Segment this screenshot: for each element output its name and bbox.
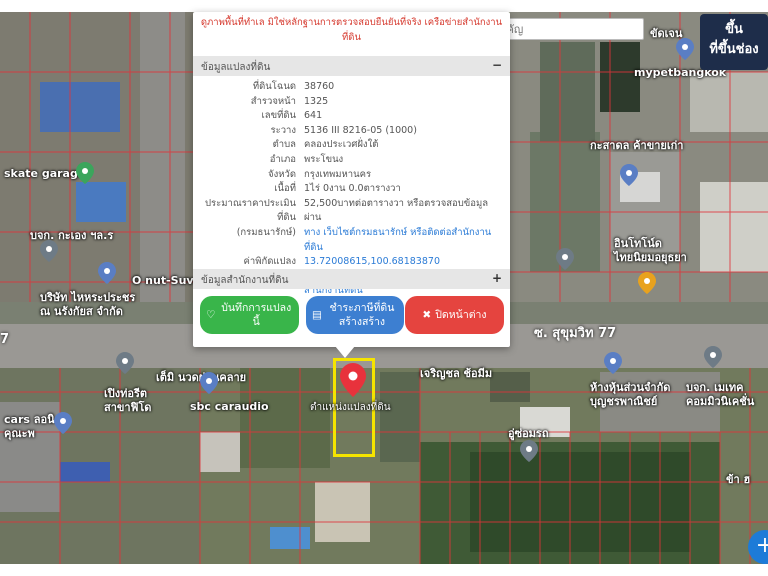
map-label-left-lower2: สาขาฟิโด <box>104 401 152 414</box>
parcel-label: ตำแหน่งแปลงที่ดิน <box>310 402 391 413</box>
poi-pin-blue4-icon[interactable] <box>676 38 694 60</box>
poi-pin-blue-icon[interactable] <box>98 262 116 284</box>
poi-pin-gray2-icon[interactable] <box>116 352 134 374</box>
poi-pin-orange-icon[interactable] <box>638 272 656 294</box>
top-strip <box>0 0 768 12</box>
land-tax-button[interactable]: ▤ ชำระภาษีที่ดินสร้างสร้าง <box>306 296 404 334</box>
info-row-value[interactable]: ทาง เว็บไซต์กรมธนารักษ์ หรือติดต่อสำนักง… <box>304 226 504 255</box>
info-row: อำเภอ พระโขนง <box>199 153 504 168</box>
popup-notice: ดูภาพพื้นที่ทำเล มิใช่หลักฐานการตรวจสอบย… <box>200 17 503 43</box>
info-row-key: เลขที่ดิน <box>261 110 297 122</box>
info-row-value: 641 <box>304 110 323 122</box>
info-row-key: จังหวัด <box>268 168 296 180</box>
info-row-key: ตำบล <box>272 139 296 151</box>
close-window-label: ปิดหน้าต่าง <box>435 309 487 321</box>
info-row-value: 1325 <box>304 95 329 107</box>
corner-button-line1: ขึ้น <box>725 22 743 37</box>
poi-pin-gray-icon[interactable] <box>40 240 58 262</box>
info-row: (กรมธนารักษ์) ทาง เว็บไซต์กรมธนารักษ์ หรื… <box>199 226 504 255</box>
info-row-value: คลองประเวศฝั่งใต้ <box>304 139 379 151</box>
info-row-value: 1ไร่ 0งาน 0.0ตารางวา <box>304 183 401 195</box>
map-label-sbc-caraudio: sbc caraudio <box>190 400 269 413</box>
info-row-key: อำเภอ <box>269 153 296 165</box>
info-row-value: กรุงเทพมหานคร <box>304 168 372 180</box>
section-parcel-title: ข้อมูลแปลงที่ดิน <box>201 62 271 73</box>
expand-icon[interactable]: + <box>492 271 502 285</box>
poi-pin-gray3-icon[interactable] <box>556 248 574 270</box>
info-row-key: สำรวจหน้า <box>250 95 296 107</box>
save-parcel-button[interactable]: ♡ บันทึกการแปลงนี้ <box>200 296 299 334</box>
info-row-key: ที่ดินโฉนด <box>252 81 296 92</box>
info-row: ประมาณราคาประเมินที่ดิน 52,500บาทต่อตาราง… <box>199 197 504 226</box>
building-icon: ▤ <box>312 309 322 321</box>
info-row-value: 38760 <box>304 81 335 92</box>
poi-pin-gray5-icon[interactable] <box>520 440 538 462</box>
map-label-onnut: O nut-Suva <box>132 274 202 287</box>
map-label-left-lower4: คุณะพ <box>4 427 35 440</box>
popup-arrow <box>335 346 355 358</box>
section-parcel-header[interactable]: ข้อมูลแปลงที่ดิน − <box>193 56 510 76</box>
land-tax-label: ชำระภาษีที่ดินสร้างสร้าง <box>329 302 395 328</box>
info-row: เลขที่ดิน 641 <box>199 109 504 124</box>
info-row-key: (กรมธนารักษ์) <box>236 226 296 238</box>
map-label-company2: ณ นรังกัยส จำกัด <box>40 305 123 318</box>
info-row-key: ระวาง <box>270 124 296 136</box>
x-icon: ✖ <box>422 309 432 321</box>
corner-menu-button[interactable]: ขึ้น ที่ขึ้นช่อง <box>700 14 768 70</box>
info-row-value: 52,500บาทต่อตารางวา หรือตรวจสอบข้อมูลผ่า… <box>304 197 489 224</box>
info-row: ตำบล คลองประเวศฝั่งใต้ <box>199 138 504 153</box>
info-row: ระวาง 5136 III 8216-05 (1000) <box>199 124 504 139</box>
poi-pin-blue2-icon[interactable] <box>200 372 218 394</box>
info-row-value: พระโขนง <box>304 153 344 165</box>
poi-pin-green-icon[interactable] <box>76 162 94 184</box>
map-label-kaset: กะสาดล ค้าขายเก่า <box>590 139 684 152</box>
map-pin-icon[interactable] <box>340 363 366 397</box>
poi-pin-gray4-icon[interactable] <box>704 346 722 368</box>
info-row: จังหวัด กรุงเทพมหานคร <box>199 168 504 183</box>
map-label-right8: ไทยนิยมอยุธยา <box>614 251 687 264</box>
map-label-right1: เจริญชล ช้อมีม <box>420 367 493 380</box>
section-office-header[interactable]: ข้อมูลสำนักงานที่ดิน + <box>193 269 510 289</box>
poi-pin-blue6-icon[interactable] <box>604 352 622 374</box>
road-label-left: 7 <box>0 332 10 347</box>
info-row: สำรวจหน้า 1325 <box>199 95 504 110</box>
bottom-strip <box>0 564 768 576</box>
collapse-icon[interactable]: − <box>492 58 502 72</box>
map-label-right3: บุญชรพาณิชย์ <box>590 395 658 408</box>
section-office-title: ข้อมูลสำนักงานที่ดิน <box>201 275 289 286</box>
info-row-key: เนื้อที่ <box>274 183 296 195</box>
info-row-key: ประมาณราคาประเมินที่ดิน <box>204 197 296 224</box>
info-row-value: 5136 III 8216-05 (1000) <box>304 124 417 136</box>
corner-button-line2: ที่ขึ้นช่อง <box>709 42 759 57</box>
poi-pin-blue3-icon[interactable] <box>54 412 72 434</box>
save-parcel-label: บันทึกการแปลงนี้ <box>221 302 292 328</box>
parcel-info-rows: ที่ดินโฉนด 38760 สำรวจหน้า 1325 เลขที่ดิน 641… <box>193 76 510 299</box>
road-label-sukhumvit: ซ. สุขุมวิท 77 <box>534 326 617 341</box>
map-label-right5: คอมมิวนิเคชั่น <box>686 395 755 408</box>
map-label-skate-garage: skate garage <box>4 167 86 180</box>
info-row: เนื้อที่ 1ไร่ 0งาน 0.0ตารางวา <box>199 182 504 197</box>
close-window-button[interactable]: ✖ ปิดหน้าต่าง <box>405 296 504 334</box>
info-row-key: ค่าพิกัดแปลง <box>243 256 297 268</box>
info-row: ค่าพิกัดแปลง 13.7200861​5,100.68183870 <box>199 255 504 270</box>
heart-icon: ♡ <box>206 309 216 321</box>
info-row: ที่ดินโฉนด 38760 <box>199 80 504 95</box>
info-row-value[interactable]: 13.7200861​5,100.68183870 <box>304 255 504 270</box>
poi-pin-blue5-icon[interactable] <box>620 164 638 186</box>
map-label-right-far: ข้า ฮ <box>726 473 751 486</box>
